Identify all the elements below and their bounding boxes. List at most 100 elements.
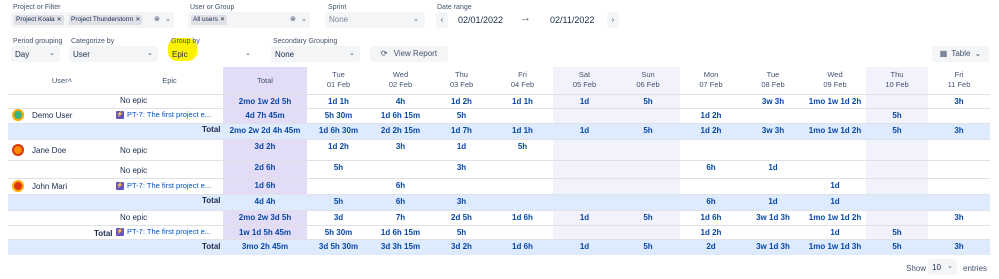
time-cell [928,160,990,176]
time-cell [742,139,804,155]
total-time-cell: 1d 6h [254,181,276,190]
time-cell [492,194,553,210]
chevron-down-icon[interactable]: ⌄ [49,49,55,57]
project-chip-thunderstorm[interactable]: Project Thunderstorm ✕ [69,15,143,25]
clear-icon[interactable]: ⊗ [154,15,160,23]
clear-icon[interactable]: ⊗ [290,15,296,23]
view-report-button[interactable]: ⟳ View Report [370,46,448,62]
user-name[interactable]: Jane Doe [32,146,66,155]
user-filter-label: User or Group [190,4,235,11]
issue-link[interactable]: ⚡ PT-7: The first project e... [116,227,211,237]
issue-link[interactable]: ⚡ PT-7: The first project e... [116,181,211,191]
total-time-cell: 2mo 2w 3d 5h [238,213,292,222]
header-epic[interactable]: Epic [116,67,223,94]
categorize-select[interactable]: User ⌄ [69,46,158,62]
no-epic-label: No epic [120,213,148,222]
time-cell: 5h [517,142,528,151]
chevron-down-icon[interactable]: ⌄ [147,49,153,57]
time-cell [616,178,680,194]
time-cell [492,178,553,194]
chevron-down-icon[interactable]: ⌄ [301,15,307,23]
date-next-button[interactable]: › [607,12,619,28]
chevron-down-icon[interactable]: ⌄ [947,262,953,270]
time-cell: 1d 2h [700,111,722,120]
chevron-down-icon: ⌄ [974,49,982,58]
project-filter-field[interactable]: Project Koala ✕ Project Thunderstorm ✕ ⊗ ⌄ [11,12,174,28]
sprint-select[interactable]: None ⌄ [325,12,425,28]
date-from-input[interactable]: 02/01/2022 [458,15,503,25]
remove-chip-icon[interactable]: ✕ [220,17,225,23]
avatar [12,109,24,121]
time-cell: 1d [768,197,778,206]
date-to-input[interactable]: 02/11/2022 [550,15,594,25]
time-cell: 1mo 1w 1d 3h [808,242,862,251]
header-day[interactable]: Thu 03 Feb [431,67,492,94]
avatar [12,144,24,156]
secondary-grouping-select[interactable]: None ⌄ [271,46,360,62]
grand-total-label: Total [94,229,113,238]
chevron-down-icon[interactable]: ⌄ [413,15,419,23]
time-cell: 3w 1d 3h [756,242,790,251]
user-name[interactable]: John Mari [32,182,67,191]
chevron-down-icon[interactable]: ⌄ [245,49,251,57]
time-cell [492,160,553,176]
chevron-down-icon[interactable]: ⌄ [349,49,355,57]
per-page-select[interactable]: 10 ⌄ [928,259,957,275]
user-filter-field[interactable]: All users ✕ ⊗ ⌄ [188,12,310,28]
chevron-down-icon[interactable]: ⌄ [165,15,171,23]
avatar [12,180,24,192]
period-grouping-select[interactable]: Day ⌄ [11,46,60,62]
time-cell: 3d [333,213,344,222]
project-chip-koala[interactable]: Project Koala ✕ [14,15,64,25]
time-cell: 2d [706,242,716,251]
time-cell [804,139,866,155]
issue-link[interactable]: ⚡ PT-7: The first project e... [116,110,211,120]
time-cell: 5h [643,213,653,222]
header-user[interactable]: User˄ [8,67,116,94]
header-day[interactable]: Tue 08 Feb [742,67,804,94]
time-cell: 2d 5h [451,213,472,222]
header-day[interactable]: Wed 09 Feb [804,67,866,94]
time-cell: 3h [954,213,964,222]
time-cell: 1d [579,242,590,251]
categorize-label: Categorize by [71,38,115,45]
time-cell: 3h [456,197,467,206]
header-total[interactable]: Total [223,67,307,94]
time-cell [616,139,680,155]
header-day[interactable]: Mon 07 Feb [680,67,742,94]
time-cell: 1d [830,197,840,206]
header-day[interactable]: Fri 11 Feb [928,67,990,94]
time-cell [928,139,990,155]
time-cell: 7h [395,213,406,222]
no-epic-label: No epic [120,96,148,105]
header-day[interactable]: Thu 10 Feb [866,67,928,94]
time-cell [553,108,616,124]
user-name[interactable]: Demo User [32,111,72,120]
time-cell: 1d 2h [328,142,349,151]
time-cell: 1mo 1w 1d 2h [808,126,862,135]
time-cell: 3w 1d 3h [756,213,790,222]
header-day[interactable]: Wed 02 Feb [370,67,431,94]
remove-chip-icon[interactable]: ✕ [135,17,140,23]
no-epic-label: No epic [120,166,148,175]
date-prev-button[interactable]: ‹ [436,12,448,28]
time-cell: 1mo 1w 1d 2h [808,213,862,222]
header-day[interactable]: Tue 01 Feb [307,67,370,94]
project-filter-label: Project or Filter [13,4,61,11]
entries-label: entries [963,264,988,273]
header-day[interactable]: Sun 06 Feb [616,67,680,94]
time-cell: 1d 6h [512,213,533,222]
time-cell [866,178,928,194]
time-cell [804,108,866,124]
time-cell [928,194,990,210]
table-view-button[interactable]: ▦ Table ⌄ [932,46,989,62]
remove-chip-icon[interactable]: ✕ [57,17,62,23]
header-day[interactable]: Sat 05 Feb [553,67,616,94]
time-cell [431,178,492,194]
groupby-select[interactable]: Epic ⌄ [169,46,257,62]
period-grouping-label: Period grouping [13,38,63,45]
time-cell: 1d 6h 15m [380,111,421,120]
sprint-label: Sprint [328,4,347,11]
user-chip-all[interactable]: All users ✕ [191,15,227,25]
header-day[interactable]: Fri 04 Feb [492,67,553,94]
